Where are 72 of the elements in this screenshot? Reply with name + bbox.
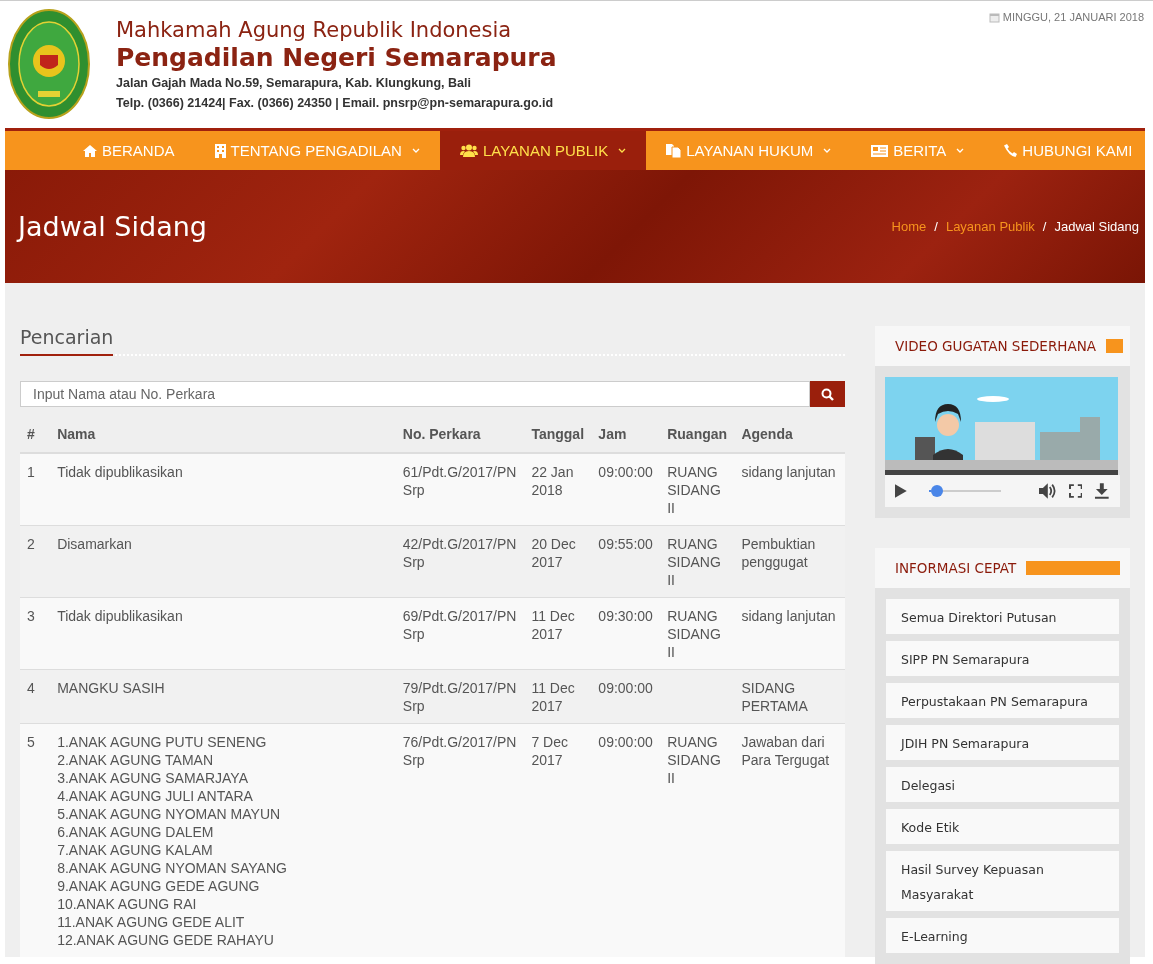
table-cell: RUANG SIDANG II [660, 723, 735, 957]
table-cell: sidang lanjutan [734, 453, 845, 526]
table-cell: 09:00:00 [591, 453, 661, 526]
volume-icon[interactable] [1039, 483, 1057, 499]
table-cell: 4 [20, 669, 51, 724]
table-cell: Jawaban dari Para Tergugat [734, 723, 845, 957]
court-name: Pengadilan Negeri Semarapura [116, 43, 557, 73]
table-cell: sidang lanjutan [734, 597, 845, 670]
quick-link[interactable]: JDIH PN Semarapura [886, 725, 1119, 760]
page-title: Jadwal Sidang [18, 211, 207, 242]
table-cell: 5 [20, 723, 51, 957]
table-cell: 7 Dec 2017 [524, 723, 592, 957]
table-cell: 22 Jan 2018 [524, 453, 592, 526]
table-cell: Tidak dipublikasikan [50, 453, 396, 526]
building-icon [214, 143, 226, 158]
table-cell: RUANG SIDANG II [660, 597, 735, 670]
fullscreen-icon[interactable] [1068, 484, 1083, 498]
table-cell: 42/Pdt.G/2017/PN Srp [395, 525, 525, 598]
table-cell: 69/Pdt.G/2017/PN Srp [395, 597, 525, 670]
table-cell: SIDANG PERTAMA [734, 669, 845, 724]
table-cell: 09:55:00 [591, 525, 661, 598]
table-cell: 20 Dec 2017 [524, 525, 592, 598]
breadcrumb-link[interactable]: Layanan Publik [945, 219, 1035, 234]
address-text: Jalan Gajah Mada No.59, Semarapura, Kab. Klungkung, Bali [116, 75, 472, 92]
nav-menu-item[interactable]: LAYANAN PUBLIK [439, 131, 647, 170]
table-cell: 3 [20, 597, 51, 670]
table-cell: 11 Dec 2017 [524, 597, 592, 670]
search-field[interactable]: Input Nama atau No. Perkara [20, 381, 810, 407]
search-button[interactable] [810, 381, 845, 407]
section-heading: Pencarian [20, 326, 114, 356]
table-cell: 2 [20, 525, 51, 598]
quick-link[interactable]: Semua Direktori Putusan [886, 599, 1119, 634]
table-cell: RUANG SIDANG II [660, 453, 735, 526]
table-cell: 09:00:00 [591, 723, 661, 957]
home-icon [83, 144, 97, 157]
table-cell: 09:30:00 [591, 597, 661, 670]
play-icon[interactable] [895, 484, 907, 498]
table-cell: 76/Pdt.G/2017/PN Srp [395, 723, 525, 957]
institution-name: Mahkamah Agung Republik Indonesia [116, 17, 513, 43]
breadcrumb-separator: / [934, 219, 938, 234]
table-cell: Disamarkan [50, 525, 396, 598]
table-cell: 1 [20, 453, 51, 526]
quick-link[interactable]: SIPP PN Semarapura [886, 641, 1119, 676]
title-accent-bar [1106, 339, 1123, 353]
calendar-icon [988, 11, 1000, 23]
quick-link[interactable]: Kode Etik [886, 809, 1119, 844]
table-cell: MANGKU SASIH [50, 669, 396, 724]
download-icon[interactable] [1094, 483, 1110, 499]
search-icon [821, 387, 834, 401]
table-cell: RUANG SIDANG II [660, 525, 735, 598]
table-cell: 09:00:00 [591, 669, 661, 724]
table-cell: 1.ANAK AGUNG PUTU SENENG 2.ANAK AGUNG TAMAN 3.ANAK AGUNG SAMARJAYA 4.ANAK AGUNG JULI ANTARA 5.ANAK AGUNG NYOMAN MAYUN 6.ANAK AGUNG DALEM 7.ANAK AGUNG KALAM 8.ANAK AGUNG NYOMAN SAYANG 9.ANAK AGUNG GEDE AGUNG 10.ANAK AGUNG RAI 11.ANAK AGUNG GEDE ALIT 12.ANAK AGUNG GEDE RAHAYU [50, 723, 396, 957]
quick-link[interactable]: E-Learning [886, 918, 1119, 953]
table-cell: 79/Pdt.G/2017/PN Srp [395, 669, 525, 724]
widget-title: VIDEO GUGATAN SEDERHANA [895, 338, 1096, 354]
widget-title: INFORMASI CEPAT [895, 560, 1017, 576]
quick-link[interactable]: Hasil Survey Kepuasan Masyarakat [886, 851, 1119, 911]
table-cell: Pembuktian penggugat [734, 525, 845, 598]
quick-link[interactable]: Perpustakaan PN Semarapura [886, 683, 1119, 718]
quick-link[interactable]: Delegasi [886, 767, 1119, 802]
table-cell: 61/Pdt.G/2017/PN Srp [395, 453, 525, 526]
users-icon [459, 144, 478, 157]
table-cell: 11 Dec 2017 [524, 669, 592, 724]
breadcrumb-current: Jadwal Sidang [1054, 219, 1139, 234]
contact-text: Telp. (0366) 21424| Fax. (0366) 24350 | Email. pnsrp@pn-semarapura.go.id [116, 95, 555, 112]
newspaper-icon [871, 144, 889, 157]
breadcrumb-link[interactable]: Home [891, 219, 927, 234]
table-cell: Tidak dipublikasikan [50, 597, 396, 670]
breadcrumb-separator: / [1042, 219, 1047, 234]
current-date: MINGGU, 21 JANUARI 2018 [1002, 11, 1144, 23]
phone-icon [1004, 144, 1018, 157]
files-icon [666, 143, 682, 158]
